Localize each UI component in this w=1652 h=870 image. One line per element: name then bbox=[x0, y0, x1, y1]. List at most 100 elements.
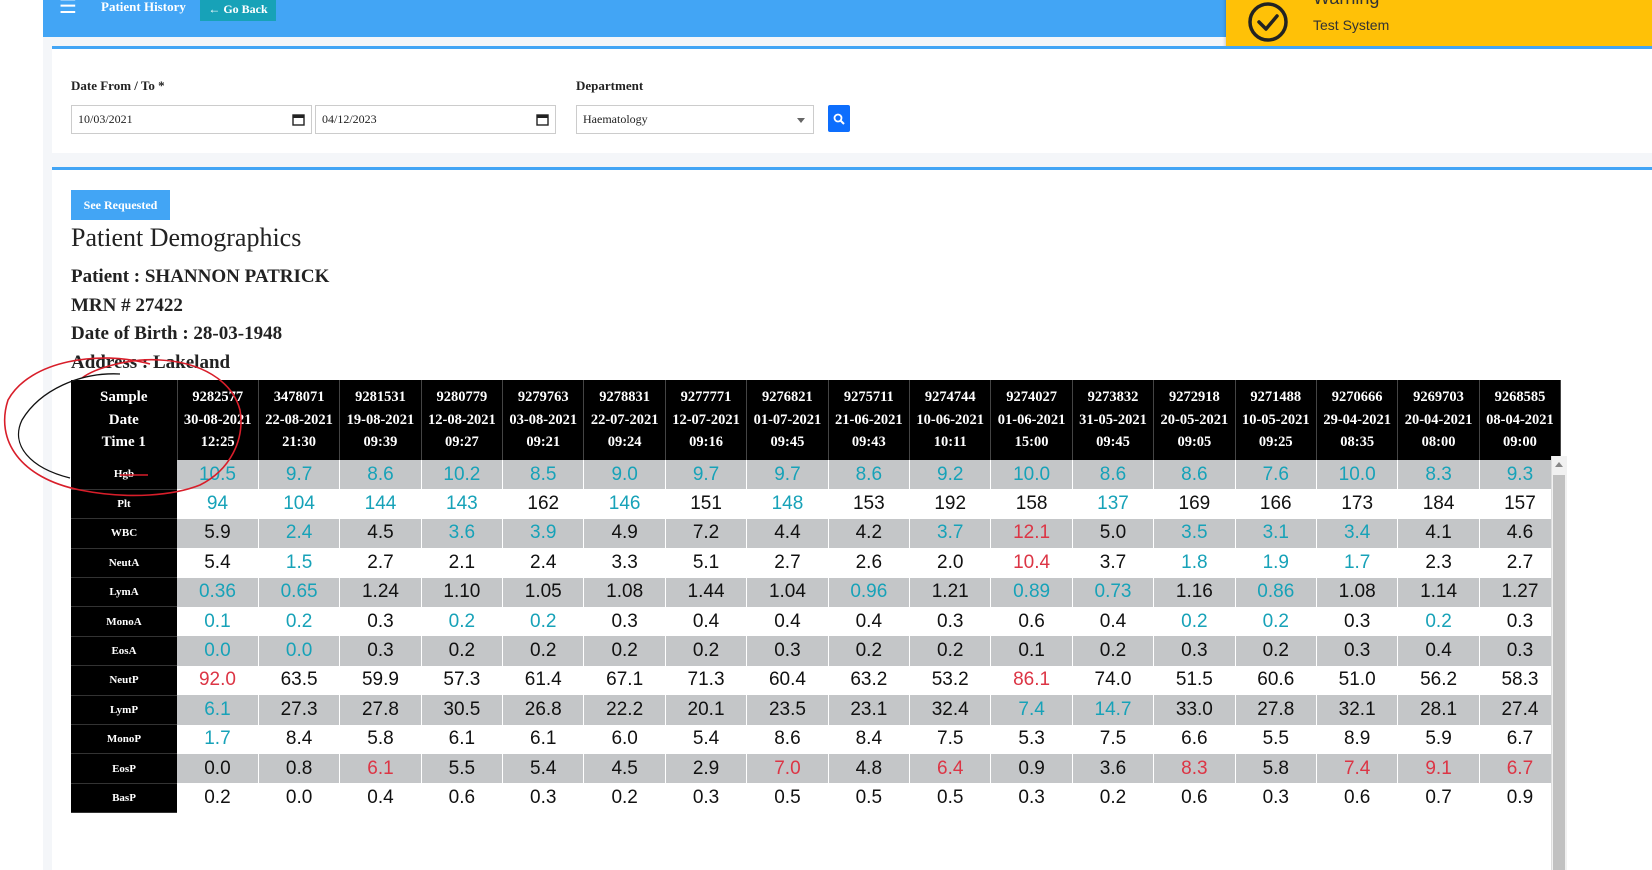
result-cell[interactable]: 4.8 bbox=[828, 753, 911, 784]
search-button[interactable] bbox=[828, 105, 850, 132]
result-cell[interactable]: 0.2 bbox=[1072, 783, 1155, 813]
result-cell[interactable]: 2.6 bbox=[828, 548, 911, 578]
result-cell[interactable]: 0.4 bbox=[339, 783, 422, 813]
result-cell[interactable]: 30.5 bbox=[421, 695, 504, 725]
result-cell[interactable]: 32.1 bbox=[1316, 695, 1399, 725]
date-from-input[interactable]: 10/03/2021 bbox=[71, 105, 312, 134]
result-cell[interactable]: 10.0 bbox=[1316, 460, 1399, 490]
result-cell[interactable]: 10.2 bbox=[421, 460, 504, 490]
result-cell[interactable]: 0.2 bbox=[421, 636, 504, 666]
result-cell[interactable]: 6.1 bbox=[177, 695, 259, 725]
result-cell[interactable]: 5.4 bbox=[665, 724, 748, 754]
result-cell[interactable]: 0.2 bbox=[258, 606, 341, 637]
result-cell[interactable]: 1.10 bbox=[421, 577, 504, 607]
result-cell[interactable]: 104 bbox=[258, 489, 341, 519]
result-cell[interactable]: 2.0 bbox=[909, 548, 992, 578]
result-cell[interactable]: 58.3 bbox=[1479, 665, 1562, 696]
result-cell[interactable]: 8.6 bbox=[1153, 460, 1236, 490]
result-cell[interactable]: 0.2 bbox=[1397, 606, 1480, 637]
department-select[interactable]: Haematology bbox=[576, 105, 814, 134]
result-cell[interactable]: 7.6 bbox=[1235, 460, 1317, 490]
result-cell[interactable]: 1.27 bbox=[1479, 577, 1562, 607]
result-cell[interactable]: 74.0 bbox=[1072, 665, 1155, 696]
see-requested-button[interactable]: See Requested bbox=[71, 190, 170, 220]
result-cell[interactable]: 0.6 bbox=[421, 783, 504, 813]
result-cell[interactable]: 9.0 bbox=[583, 460, 666, 490]
result-cell[interactable]: 33.0 bbox=[1153, 695, 1236, 725]
result-cell[interactable]: 5.0 bbox=[1072, 518, 1155, 549]
result-cell[interactable]: 8.4 bbox=[828, 724, 911, 754]
result-cell[interactable]: 0.0 bbox=[177, 753, 259, 784]
result-cell[interactable]: 7.4 bbox=[990, 695, 1073, 725]
result-cell[interactable]: 173 bbox=[1316, 489, 1399, 519]
result-cell[interactable]: 1.05 bbox=[502, 577, 585, 607]
result-cell[interactable]: 153 bbox=[828, 489, 911, 519]
result-cell[interactable]: 0.9 bbox=[1479, 783, 1562, 813]
result-cell[interactable]: 14.7 bbox=[1072, 695, 1155, 725]
result-cell[interactable]: 0.4 bbox=[828, 606, 911, 637]
result-cell[interactable]: 8.3 bbox=[1153, 753, 1236, 784]
result-cell[interactable]: 61.4 bbox=[502, 665, 585, 696]
result-cell[interactable]: 0.3 bbox=[1316, 636, 1399, 666]
result-cell[interactable]: 0.2 bbox=[909, 636, 992, 666]
result-cell[interactable]: 0.3 bbox=[909, 606, 992, 637]
result-cell[interactable]: 9.7 bbox=[665, 460, 748, 490]
result-cell[interactable]: 9.7 bbox=[258, 460, 341, 490]
result-cell[interactable]: 5.9 bbox=[1397, 724, 1480, 754]
result-cell[interactable]: 0.0 bbox=[177, 636, 259, 666]
result-cell[interactable]: 23.5 bbox=[746, 695, 829, 725]
calendar-icon[interactable] bbox=[292, 113, 305, 126]
result-cell[interactable]: 8.6 bbox=[1072, 460, 1155, 490]
result-cell[interactable]: 4.5 bbox=[583, 753, 666, 784]
result-cell[interactable]: 169 bbox=[1153, 489, 1236, 519]
result-cell[interactable]: 22.2 bbox=[583, 695, 666, 725]
result-cell[interactable]: 3.3 bbox=[583, 548, 666, 578]
result-cell[interactable]: 0.3 bbox=[502, 783, 585, 813]
result-cell[interactable]: 0.4 bbox=[1072, 606, 1155, 637]
result-cell[interactable]: 0.3 bbox=[665, 783, 748, 813]
result-cell[interactable]: 7.4 bbox=[1316, 753, 1399, 784]
result-cell[interactable]: 0.73 bbox=[1072, 577, 1155, 607]
result-cell[interactable]: 0.2 bbox=[1235, 606, 1317, 637]
result-cell[interactable]: 0.89 bbox=[990, 577, 1073, 607]
go-back-button[interactable]: ← Go Back bbox=[200, 0, 276, 21]
result-cell[interactable]: 60.4 bbox=[746, 665, 829, 696]
result-cell[interactable]: 0.6 bbox=[990, 606, 1073, 637]
result-cell[interactable]: 32.4 bbox=[909, 695, 992, 725]
result-cell[interactable]: 0.5 bbox=[909, 783, 992, 813]
result-cell[interactable]: 1.9 bbox=[1235, 548, 1317, 578]
result-cell[interactable]: 0.3 bbox=[1153, 636, 1236, 666]
result-cell[interactable]: 9.1 bbox=[1397, 753, 1480, 784]
result-cell[interactable]: 60.6 bbox=[1235, 665, 1317, 696]
result-cell[interactable]: 5.4 bbox=[177, 548, 259, 578]
result-cell[interactable]: 3.6 bbox=[421, 518, 504, 549]
result-cell[interactable]: 0.3 bbox=[583, 606, 666, 637]
result-cell[interactable]: 1.24 bbox=[339, 577, 422, 607]
scroll-up-arrow-icon[interactable] bbox=[1555, 462, 1563, 467]
result-cell[interactable]: 0.1 bbox=[990, 636, 1073, 666]
result-cell[interactable]: 8.4 bbox=[258, 724, 341, 754]
result-cell[interactable]: 3.4 bbox=[1316, 518, 1399, 549]
result-cell[interactable]: 0.2 bbox=[502, 636, 585, 666]
result-cell[interactable]: 6.6 bbox=[1153, 724, 1236, 754]
result-cell[interactable]: 0.2 bbox=[1235, 636, 1317, 666]
result-cell[interactable]: 6.1 bbox=[502, 724, 585, 754]
result-cell[interactable]: 0.7 bbox=[1397, 783, 1480, 813]
result-cell[interactable]: 1.5 bbox=[258, 548, 341, 578]
result-cell[interactable]: 0.2 bbox=[502, 606, 585, 637]
result-cell[interactable]: 2.7 bbox=[1479, 548, 1562, 578]
result-cell[interactable]: 63.2 bbox=[828, 665, 911, 696]
result-cell[interactable]: 12.1 bbox=[990, 518, 1073, 549]
result-cell[interactable]: 27.3 bbox=[258, 695, 341, 725]
result-cell[interactable]: 146 bbox=[583, 489, 666, 519]
result-cell[interactable]: 0.2 bbox=[583, 783, 666, 813]
result-cell[interactable]: 1.21 bbox=[909, 577, 992, 607]
result-cell[interactable]: 67.1 bbox=[583, 665, 666, 696]
result-cell[interactable]: 6.4 bbox=[909, 753, 992, 784]
result-cell[interactable]: 1.08 bbox=[1316, 577, 1399, 607]
scrollbar-thumb[interactable] bbox=[1553, 475, 1565, 870]
result-cell[interactable]: 0.4 bbox=[1397, 636, 1480, 666]
result-cell[interactable]: 4.6 bbox=[1479, 518, 1562, 549]
result-cell[interactable]: 157 bbox=[1479, 489, 1562, 519]
result-cell[interactable]: 0.2 bbox=[1153, 606, 1236, 637]
